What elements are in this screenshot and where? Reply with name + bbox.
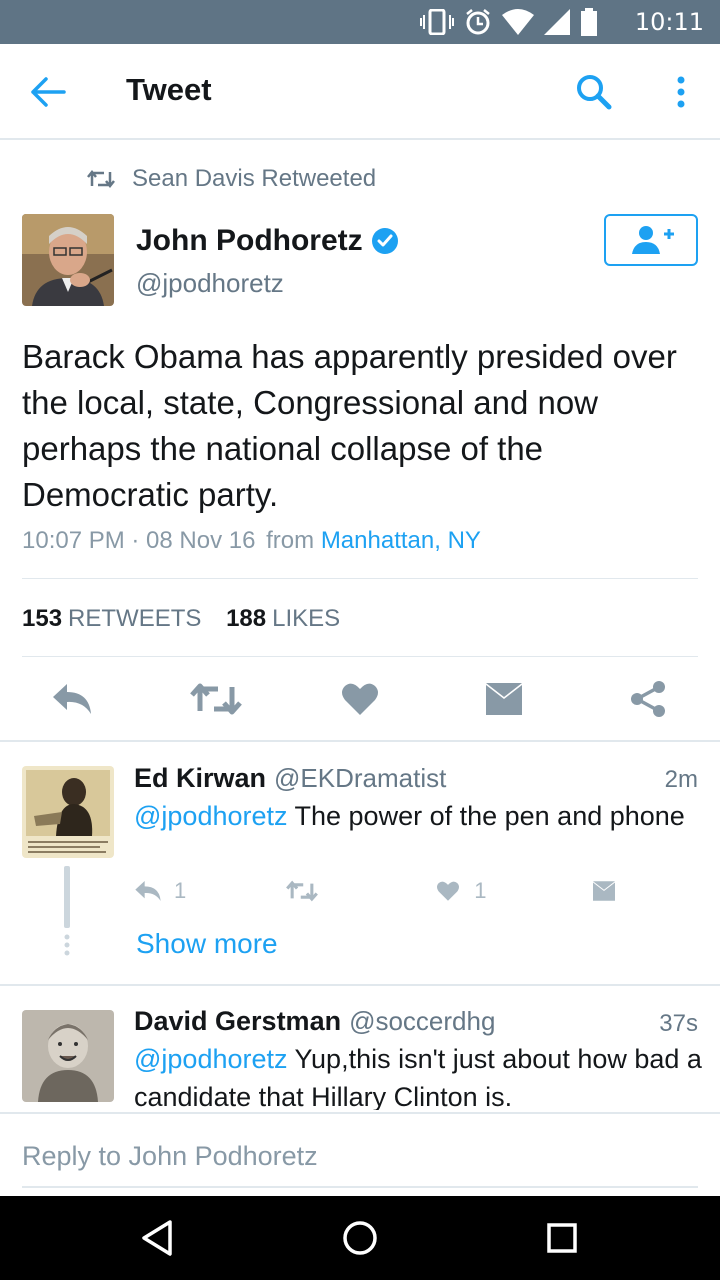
reply-author-name[interactable]: David Gerstman bbox=[134, 1006, 341, 1037]
reply-text: @jpodhoretz The power of the pen and pho… bbox=[134, 797, 704, 835]
reply-icon bbox=[135, 881, 161, 901]
reply-avatar-image bbox=[22, 766, 114, 858]
likes-stat[interactable]: 188 LIKES bbox=[226, 605, 340, 632]
signal-icon bbox=[544, 9, 570, 35]
retweets-label: RETWEETS bbox=[68, 605, 202, 632]
reply-avatar[interactable] bbox=[22, 766, 114, 858]
like-button[interactable] bbox=[338, 678, 382, 720]
reply-time: 37s bbox=[659, 1010, 698, 1037]
reply-icon bbox=[53, 684, 91, 714]
divider bbox=[0, 984, 720, 986]
reply-avatar[interactable] bbox=[22, 1010, 114, 1102]
verified-icon bbox=[371, 228, 398, 254]
tweet-meta: 10:07 PM · 08 Nov 16 from Manhattan, NY bbox=[22, 527, 481, 555]
likes-label: LIKES bbox=[272, 605, 341, 632]
status-icons bbox=[420, 8, 598, 36]
author-name-row[interactable]: John Podhoretz bbox=[136, 224, 399, 258]
reply-button[interactable] bbox=[48, 678, 96, 720]
tweet-timestamp: 10:07 PM · 08 Nov 16 bbox=[22, 527, 256, 554]
battery-icon bbox=[581, 8, 597, 36]
thread-dots-icon bbox=[64, 934, 70, 956]
reply-mention[interactable]: @jpodhoretz bbox=[134, 1044, 288, 1074]
status-bar: 10:11 bbox=[0, 0, 720, 44]
reply-avatar-image bbox=[22, 1010, 114, 1102]
reply-like-count: 1 bbox=[474, 878, 487, 903]
tweet-location[interactable]: Manhattan, NY bbox=[321, 527, 481, 554]
like-icon bbox=[342, 683, 378, 715]
like-icon bbox=[437, 881, 460, 901]
nav-recents-icon[interactable] bbox=[542, 1218, 582, 1258]
retweet-button[interactable] bbox=[188, 678, 244, 720]
reply-header: David Gerstman @soccerdhg bbox=[134, 1006, 495, 1037]
reply-retweet-icon[interactable] bbox=[286, 879, 319, 903]
nav-back-icon[interactable] bbox=[138, 1218, 178, 1258]
vibrate-icon bbox=[420, 9, 454, 35]
retweeted-by: Sean Davis Retweeted bbox=[86, 164, 376, 194]
share-icon bbox=[631, 681, 665, 717]
reply-text: @jpodhoretz Yup,this isn't just about ho… bbox=[134, 1040, 704, 1110]
search-icon[interactable] bbox=[574, 72, 614, 112]
tweet-text: Barack Obama has apparently presided ove… bbox=[22, 338, 677, 513]
thread-line bbox=[64, 866, 70, 928]
reply-header: Ed Kirwan @EKDramatist bbox=[134, 763, 446, 794]
author-photo bbox=[22, 214, 114, 306]
wifi-icon bbox=[502, 9, 534, 35]
message-icon[interactable] bbox=[591, 880, 617, 902]
system-nav-bar bbox=[0, 1196, 720, 1280]
author-avatar[interactable] bbox=[22, 214, 114, 306]
likes-count: 188 bbox=[226, 605, 267, 632]
status-time: 10:11 bbox=[634, 8, 704, 36]
show-more-link[interactable]: Show more bbox=[136, 928, 278, 960]
from-label: from bbox=[266, 527, 315, 554]
message-icon bbox=[486, 683, 522, 715]
back-arrow-icon[interactable] bbox=[30, 76, 66, 108]
alarm-icon bbox=[466, 9, 490, 35]
reply-time: 2m bbox=[664, 766, 698, 793]
divider bbox=[0, 740, 720, 742]
tweet-stats: 153 RETWEETS 188 LIKES bbox=[22, 605, 340, 633]
retweeted-label: Sean Davis Retweeted bbox=[132, 165, 377, 192]
message-button[interactable] bbox=[482, 678, 526, 720]
reply-author-name[interactable]: Ed Kirwan bbox=[134, 763, 266, 794]
reply-author-handle: @EKDramatist bbox=[274, 763, 447, 793]
reply-body: The power of the pen and phone bbox=[287, 801, 685, 831]
page-title: Tweet bbox=[126, 72, 212, 107]
share-button[interactable] bbox=[626, 678, 670, 720]
follow-button[interactable] bbox=[604, 214, 698, 266]
divider bbox=[22, 578, 698, 579]
author-handle: @jpodhoretz bbox=[136, 268, 284, 298]
author-name: John Podhoretz bbox=[136, 224, 363, 257]
follow-icon bbox=[632, 226, 674, 254]
retweets-count: 153 bbox=[22, 605, 63, 632]
retweets-stat[interactable]: 153 RETWEETS bbox=[22, 605, 201, 632]
retweet-icon bbox=[87, 169, 115, 189]
reply-reply-button[interactable]: 1 bbox=[134, 878, 186, 904]
reply-mention[interactable]: @jpodhoretz bbox=[134, 801, 288, 831]
divider bbox=[22, 656, 698, 657]
reply-author-handle: @soccerdhg bbox=[349, 1006, 496, 1036]
reply-input[interactable]: Reply to John Podhoretz bbox=[22, 1141, 318, 1172]
reply-compose[interactable]: Reply to John Podhoretz bbox=[0, 1112, 720, 1196]
top-bar: Tweet bbox=[0, 44, 720, 140]
reply-like-button[interactable]: 1 bbox=[436, 878, 487, 904]
more-vertical-icon[interactable] bbox=[666, 72, 696, 112]
reply-reply-count: 1 bbox=[174, 878, 187, 903]
compose-underline bbox=[22, 1186, 698, 1188]
reply-actions: 1 1 bbox=[134, 878, 617, 904]
nav-home-icon[interactable] bbox=[340, 1218, 380, 1258]
retweet-icon bbox=[190, 683, 242, 715]
